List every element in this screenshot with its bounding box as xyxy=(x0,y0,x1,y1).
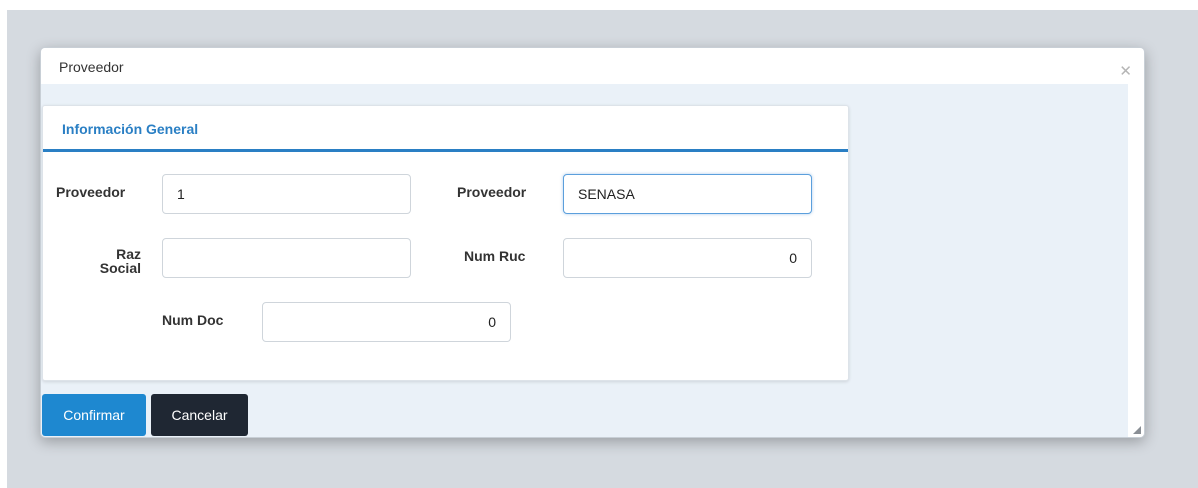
dialog-header: Proveedor ✕ xyxy=(41,48,1144,84)
razon-social-label-line2: Social xyxy=(99,260,141,276)
razon-social-input[interactable] xyxy=(162,238,411,278)
close-icon[interactable]: ✕ xyxy=(1119,64,1132,79)
resize-grip-icon[interactable] xyxy=(1133,426,1141,434)
proveedor-name-label: Proveedor xyxy=(457,184,527,200)
proveedor-name-input[interactable] xyxy=(563,174,812,214)
num-doc-input[interactable] xyxy=(262,302,511,342)
panel-heading: Información General xyxy=(43,106,848,152)
proveedor-id-label: Proveedor xyxy=(56,184,126,200)
general-info-panel: Información General Proveedor Proveedor … xyxy=(42,105,849,381)
num-ruc-input[interactable] xyxy=(563,238,812,278)
panel-title: Información General xyxy=(62,121,199,137)
dialog-title: Proveedor xyxy=(59,59,124,75)
cancel-button[interactable]: Cancelar xyxy=(151,394,248,436)
proveedor-dialog: Proveedor ✕ Información General Proveedo… xyxy=(40,47,1145,438)
num-doc-label: Num Doc xyxy=(162,312,224,328)
dialog-scroll-track xyxy=(1128,84,1144,437)
num-ruc-label: Num Ruc xyxy=(464,248,526,264)
proveedor-id-input[interactable] xyxy=(162,174,411,214)
confirm-button[interactable]: Confirmar xyxy=(42,394,146,436)
razon-social-label: Raz Social xyxy=(83,247,141,275)
